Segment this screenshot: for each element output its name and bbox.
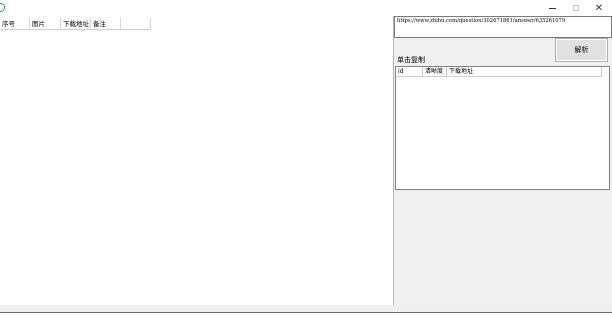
column-header-link-url[interactable]: 下载地址 xyxy=(447,67,602,77)
minimize-icon xyxy=(548,7,556,9)
status-bar xyxy=(0,313,612,326)
parse-button[interactable]: 解析 xyxy=(555,38,608,62)
minimize-button[interactable] xyxy=(541,0,563,16)
maximize-button[interactable] xyxy=(565,0,587,16)
horizontal-scrollbar-track[interactable] xyxy=(0,305,612,312)
copy-hint-label: 单击复制 xyxy=(397,56,425,64)
url-input[interactable]: https://www.zhihu.com/question/302671861… xyxy=(394,16,612,38)
download-link-list[interactable]: id 清晰度 下载地址 xyxy=(395,66,610,190)
column-header-id[interactable]: id xyxy=(396,67,423,77)
app-icon xyxy=(0,3,5,12)
column-header-index[interactable]: 序号 xyxy=(0,18,30,30)
maximize-icon xyxy=(573,5,579,11)
column-header-note[interactable]: 备注 xyxy=(91,18,121,30)
column-header-resolution[interactable]: 清晰度 xyxy=(423,67,447,77)
close-button[interactable]: ✕ xyxy=(588,0,610,16)
result-list-header: 序号 图片 下载地址 备注 xyxy=(0,18,151,30)
download-link-list-header: id 清晰度 下载地址 xyxy=(396,67,602,77)
title-bar: ✕ xyxy=(0,0,612,16)
right-pane: https://www.zhihu.com/question/302671861… xyxy=(394,16,612,305)
column-header-download-url[interactable]: 下载地址 xyxy=(61,18,91,30)
column-header-image[interactable]: 图片 xyxy=(30,18,61,30)
column-header-empty[interactable] xyxy=(121,18,151,30)
result-list[interactable]: 序号 图片 下载地址 备注 xyxy=(0,16,394,305)
close-icon: ✕ xyxy=(594,2,604,14)
